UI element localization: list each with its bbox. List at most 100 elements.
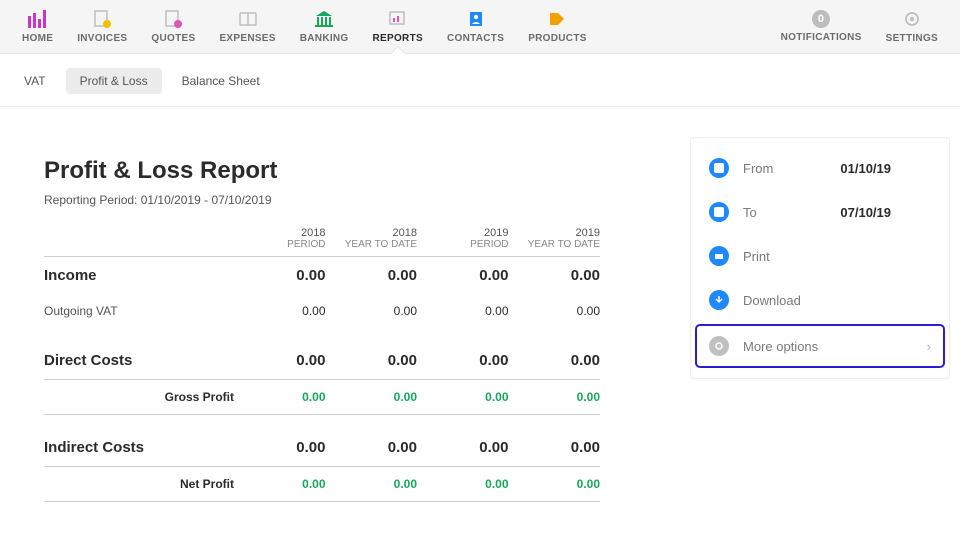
report-icon: [388, 9, 408, 29]
cell: 0.00: [417, 267, 509, 284]
cell: 0.00: [417, 390, 509, 404]
cell: 0.00: [417, 477, 509, 491]
quote-icon: [163, 9, 183, 29]
cell: 0.00: [509, 477, 601, 491]
cell: 0.00: [509, 352, 601, 369]
col-year: 2018: [234, 227, 326, 239]
cell: 0.00: [509, 267, 601, 284]
row-net-profit: Net Profit 0.00 0.00 0.00 0.00: [44, 466, 600, 502]
subtab-profit-loss[interactable]: Profit & Loss: [66, 68, 162, 94]
section-heading: Income: [44, 267, 234, 284]
bars-icon: [28, 9, 48, 29]
settings-button[interactable]: SETTINGS: [874, 0, 950, 53]
subtab-vat[interactable]: VAT: [10, 68, 60, 94]
section-indirect-costs: Indirect Costs 0.00 0.00 0.00 0.00: [44, 429, 600, 466]
nav-label: INVOICES: [77, 33, 127, 44]
cell: 0.00: [509, 390, 601, 404]
date-from-row[interactable]: From 01/10/19: [691, 146, 949, 190]
nav-invoices[interactable]: INVOICES: [65, 0, 139, 53]
cell: 0.00: [417, 352, 509, 369]
report-subtitle: Reporting Period: 01/10/2019 - 07/10/201…: [44, 193, 600, 207]
nav-label: CONTACTS: [447, 33, 504, 44]
col-period: PERIOD: [417, 239, 509, 250]
nav-label: HOME: [22, 33, 53, 44]
summary-label: Net Profit: [44, 477, 234, 491]
chevron-right-icon: ›: [927, 339, 931, 354]
section-heading: Indirect Costs: [44, 439, 234, 456]
side-panel: From 01/10/19 To 07/10/19 Print Download: [690, 137, 950, 379]
cell: 0.00: [417, 304, 509, 318]
cell: 0.00: [234, 439, 326, 456]
page-title: Profit & Loss Report: [44, 157, 600, 185]
col-year: 2019: [417, 227, 509, 239]
calendar-icon: [709, 202, 729, 222]
cell: 0.00: [326, 390, 418, 404]
subtab-balance-sheet[interactable]: Balance Sheet: [168, 68, 274, 94]
cell: 0.00: [509, 439, 601, 456]
row-label: Outgoing VAT: [44, 304, 234, 318]
nav-contacts[interactable]: CONTACTS: [435, 0, 516, 53]
notification-badge: 0: [812, 10, 830, 28]
summary-label: Gross Profit: [44, 390, 234, 404]
nav-reports[interactable]: REPORTS: [361, 0, 435, 53]
print-row[interactable]: Print: [691, 234, 949, 278]
cell: 0.00: [234, 477, 326, 491]
table-row: Outgoing VAT 0.00 0.00 0.00 0.00: [44, 294, 600, 328]
cell: 0.00: [326, 352, 418, 369]
nav-label: EXPENSES: [219, 33, 275, 44]
col-period: YEAR TO DATE: [326, 239, 418, 250]
gear-icon: [709, 336, 729, 356]
subtabs: VAT Profit & Loss Balance Sheet: [0, 54, 960, 107]
nav-label: BANKING: [300, 33, 349, 44]
label: Download: [743, 293, 801, 308]
col-period: YEAR TO DATE: [509, 239, 601, 250]
download-icon: [709, 290, 729, 310]
nav-products[interactable]: PRODUCTS: [516, 0, 599, 53]
cell: 0.00: [509, 304, 601, 318]
section-income: Income 0.00 0.00 0.00 0.00: [44, 257, 600, 294]
row-gross-profit: Gross Profit 0.00 0.00 0.00 0.00: [44, 379, 600, 415]
nav-label: PRODUCTS: [528, 33, 587, 44]
label: More options: [743, 339, 818, 354]
date-value: 01/10/19: [840, 161, 891, 176]
cell: 0.00: [326, 477, 418, 491]
col-year: 2019: [509, 227, 601, 239]
section-direct-costs: Direct Costs 0.00 0.00 0.00 0.00: [44, 342, 600, 379]
nav-right: 0 NOTIFICATIONS SETTINGS: [769, 0, 950, 53]
date-value: 07/10/19: [840, 205, 891, 220]
cell: 0.00: [234, 267, 326, 284]
nav-label: REPORTS: [373, 33, 423, 44]
report-card: Profit & Loss Report Reporting Period: 0…: [4, 137, 640, 522]
cell: 0.00: [234, 304, 326, 318]
cell: 0.00: [417, 439, 509, 456]
col-period: PERIOD: [234, 239, 326, 250]
nav-home[interactable]: HOME: [10, 0, 65, 53]
label: Print: [743, 249, 770, 264]
book-icon: [238, 9, 258, 29]
gear-icon: [902, 9, 922, 29]
label: From: [743, 161, 773, 176]
nav-label: NOTIFICATIONS: [781, 32, 862, 43]
nav-label: SETTINGS: [886, 33, 938, 44]
topbar: HOME INVOICES QUOTES EXPENSES BANKING: [0, 0, 960, 54]
cell: 0.00: [326, 304, 418, 318]
nav-label: QUOTES: [151, 33, 195, 44]
nav-banking[interactable]: BANKING: [288, 0, 361, 53]
cell: 0.00: [234, 390, 326, 404]
bank-icon: [314, 9, 334, 29]
tag-icon: [547, 9, 567, 29]
nav-expenses[interactable]: EXPENSES: [207, 0, 287, 53]
nav-quotes[interactable]: QUOTES: [139, 0, 207, 53]
cell: 0.00: [326, 267, 418, 284]
date-to-row[interactable]: To 07/10/19: [691, 190, 949, 234]
table-header: 2018PERIOD 2018YEAR TO DATE 2019PERIOD 2…: [44, 227, 600, 257]
download-row[interactable]: Download: [691, 278, 949, 322]
section-heading: Direct Costs: [44, 352, 234, 369]
invoice-icon: [92, 9, 112, 29]
col-year: 2018: [326, 227, 418, 239]
notifications-button[interactable]: 0 NOTIFICATIONS: [769, 0, 874, 53]
more-options-row[interactable]: More options ›: [697, 326, 943, 366]
cell: 0.00: [326, 439, 418, 456]
print-icon: [709, 246, 729, 266]
nav-left: HOME INVOICES QUOTES EXPENSES BANKING: [10, 0, 599, 53]
